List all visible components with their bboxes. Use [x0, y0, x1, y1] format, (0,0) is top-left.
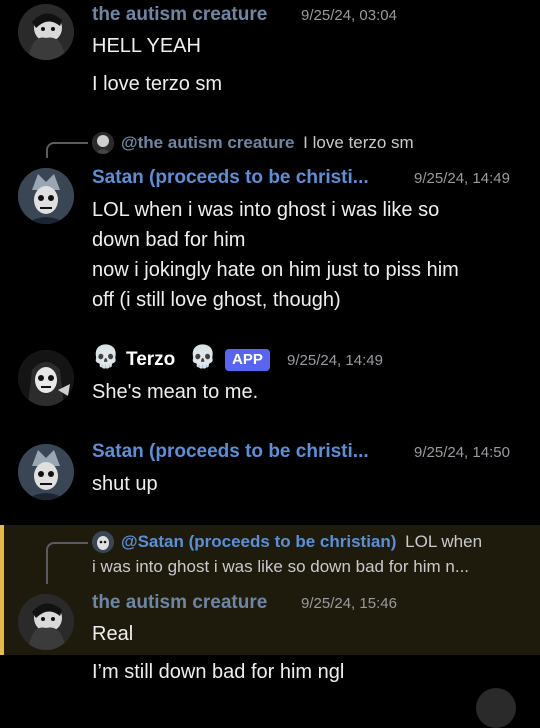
- avatar-next[interactable]: [476, 688, 516, 728]
- mention-highlight-bar: [0, 525, 4, 655]
- message-line: shut up: [92, 473, 158, 495]
- app-badge: APP: [225, 349, 270, 371]
- message-line: LOL when i was into ghost i was like so: [92, 199, 440, 221]
- timestamp: 9/25/24, 15:46: [301, 595, 397, 612]
- reply-preview[interactable]: @the autism creature I love terzo sm: [121, 133, 414, 153]
- reply-connector: [46, 142, 88, 158]
- message-line: now i jokingly hate on him just to piss …: [92, 259, 459, 281]
- reply-text: I love terzo sm: [303, 133, 414, 152]
- username[interactable]: Terzo: [126, 349, 175, 371]
- avatar-satan[interactable]: [18, 168, 74, 224]
- username[interactable]: the autism creature: [92, 592, 267, 614]
- reply-mention[interactable]: @Satan (proceeds to be christian): [121, 532, 396, 551]
- username[interactable]: the autism creature: [92, 4, 267, 26]
- message-line: HELL YEAH: [92, 35, 201, 57]
- message-line: Real: [92, 623, 134, 645]
- reply-avatar: [92, 531, 114, 553]
- reply-text: LOL when: [405, 532, 483, 551]
- username[interactable]: Satan (proceeds to be christi...: [92, 167, 369, 189]
- message-line: off (i still love ghost, though): [92, 289, 341, 311]
- avatar-terzo[interactable]: [18, 350, 74, 406]
- timestamp: 9/25/24, 14:49: [287, 352, 383, 369]
- message-line: I love terzo sm: [92, 73, 223, 95]
- skull-emoji-icon: 💀: [189, 345, 217, 370]
- reply-avatar: [92, 132, 114, 154]
- avatar-autism-creature[interactable]: [18, 4, 74, 60]
- reply-text-continued: i was into ghost i was like so down bad …: [92, 557, 470, 576]
- reply-connector: [46, 542, 88, 584]
- avatar-satan[interactable]: [18, 444, 74, 500]
- timestamp: 9/25/24, 14:49: [414, 170, 510, 187]
- timestamp: 9/25/24, 14:50: [414, 444, 510, 461]
- avatar-autism-creature[interactable]: [18, 594, 74, 650]
- message-line: She's mean to me.: [92, 381, 259, 403]
- skull-emoji-icon: 💀: [92, 345, 120, 370]
- timestamp: 9/25/24, 03:04: [301, 7, 397, 24]
- message-line: I’m still down bad for him ngl: [92, 661, 345, 683]
- username[interactable]: Satan (proceeds to be christi...: [92, 441, 369, 463]
- reply-preview[interactable]: @Satan (proceeds to be christian) LOL wh…: [121, 532, 482, 552]
- message-line: down bad for him: [92, 229, 246, 251]
- reply-mention[interactable]: @the autism creature: [121, 133, 294, 152]
